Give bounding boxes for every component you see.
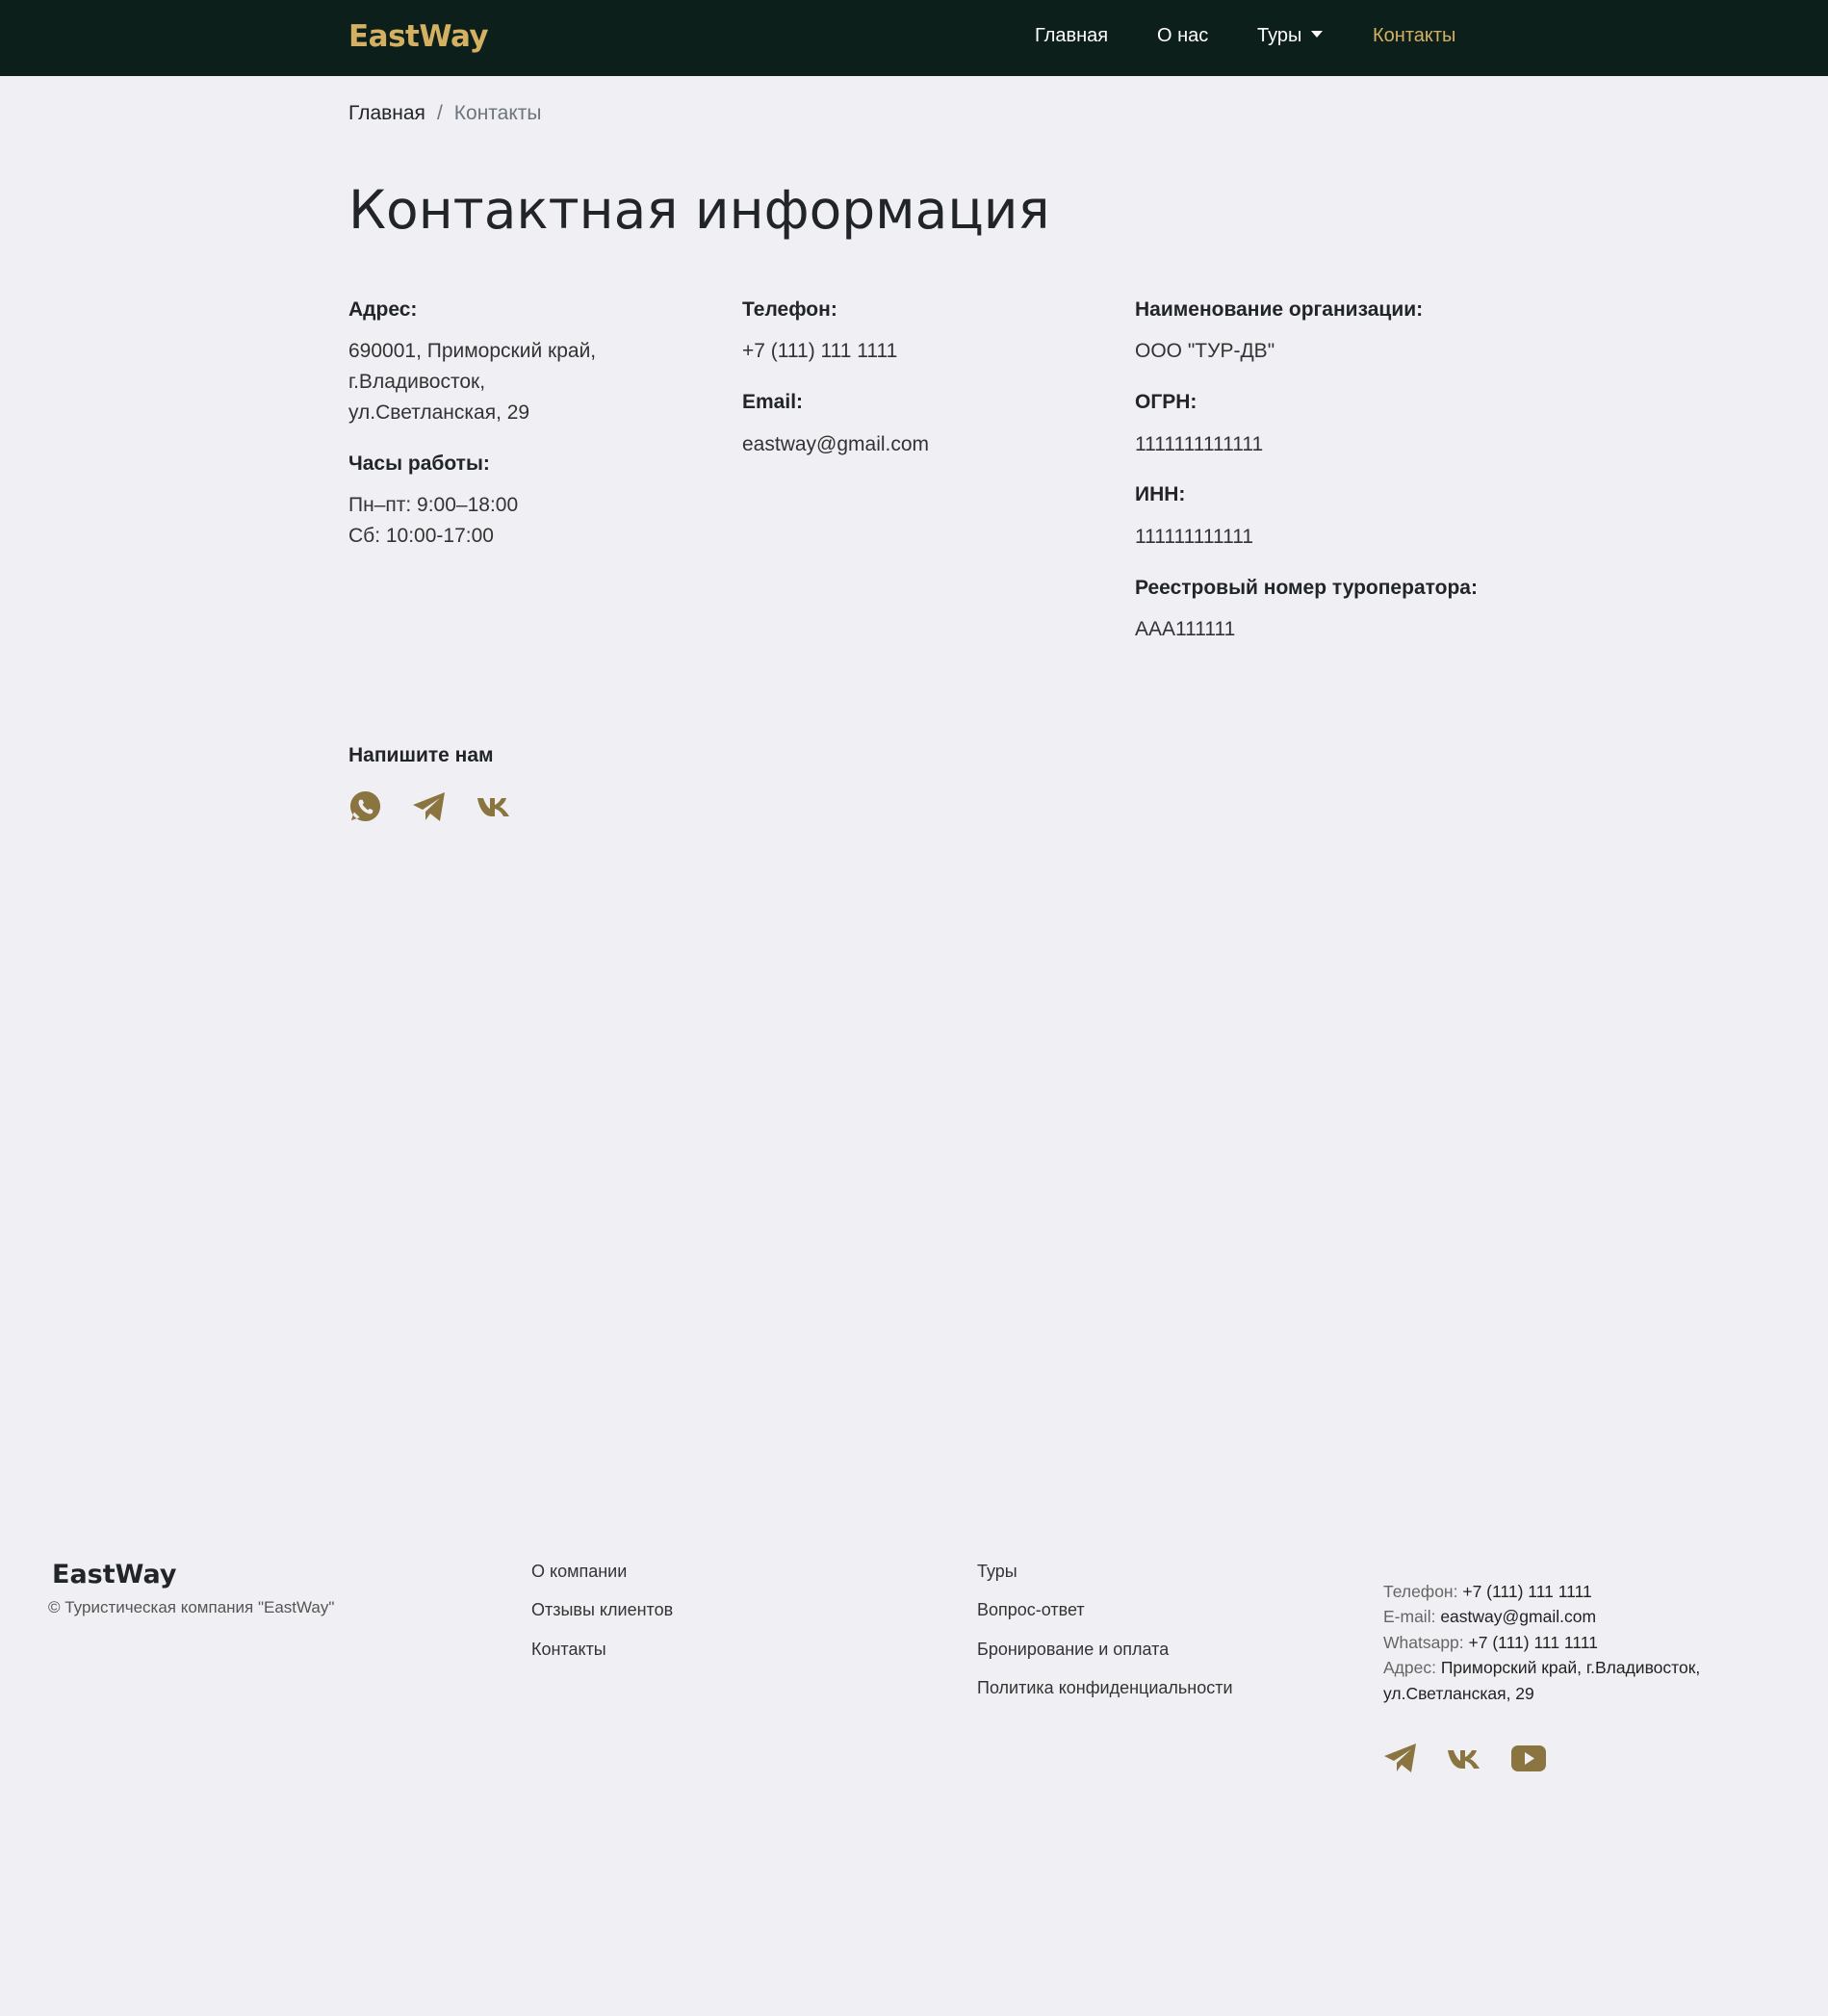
address-line: ул.Светланская, 29 xyxy=(348,401,530,424)
nav-contacts[interactable]: Контакты xyxy=(1373,25,1455,47)
vk-icon[interactable] xyxy=(476,796,511,817)
footer-link-booking[interactable]: Бронирование и оплата xyxy=(977,1640,1169,1660)
footer-email: E-mail: eastway@gmail.com xyxy=(1383,1607,1596,1627)
breadcrumb-separator: / xyxy=(436,102,443,124)
email-value[interactable]: eastway@gmail.com xyxy=(742,429,929,460)
footer-link-reviews[interactable]: Отзывы клиентов xyxy=(531,1600,673,1620)
nav-about[interactable]: О нас xyxy=(1157,25,1208,47)
org-label: Наименование организации: xyxy=(1135,298,1424,321)
footer-email-value[interactable]: eastway@gmail.com xyxy=(1440,1607,1596,1626)
inn-label: ИНН: xyxy=(1135,483,1186,505)
footer-address-key: Адрес: xyxy=(1383,1658,1436,1677)
breadcrumb: Главная / Контакты xyxy=(348,102,542,125)
footer-address-value: Приморский край, г.Владивосток, xyxy=(1440,1658,1701,1677)
address-label: Адрес: xyxy=(348,298,418,321)
address-line: 690001, Приморский край, xyxy=(348,340,597,362)
nav-tours-dropdown[interactable]: Туры xyxy=(1257,25,1324,47)
address-value: 690001, Приморский край, г.Владивосток, … xyxy=(348,336,596,428)
footer-phone: Телефон: +7 (111) 111 1111 xyxy=(1383,1582,1592,1602)
logo[interactable]: EastWay xyxy=(348,19,489,54)
address-line: г.Владивосток, xyxy=(348,371,486,393)
footer-email-key: E-mail: xyxy=(1383,1607,1436,1626)
hours-line: Пн–пт: 9:00–18:00 xyxy=(348,494,519,516)
hours-label: Часы работы: xyxy=(348,452,490,475)
footer-whatsapp-value[interactable]: +7 (111) 111 1111 xyxy=(1469,1633,1598,1652)
whatsapp-icon[interactable] xyxy=(348,789,382,823)
footer-phone-value[interactable]: +7 (111) 111 1111 xyxy=(1462,1582,1591,1601)
footer-link-contacts[interactable]: Контакты xyxy=(531,1640,606,1660)
phone-label: Телефон: xyxy=(742,298,837,321)
registry-label: Реестровый номер туроператора: xyxy=(1135,577,1478,599)
footer-whatsapp-key: Whatsapp: xyxy=(1383,1633,1464,1652)
footer-copyright: © Туристическая компания "EastWay" xyxy=(48,1598,335,1616)
footer-youtube-icon[interactable] xyxy=(1511,1745,1546,1771)
footer-link-tours[interactable]: Туры xyxy=(977,1562,1017,1582)
breadcrumb-home[interactable]: Главная xyxy=(348,102,425,124)
caret-down-icon xyxy=(1311,31,1324,38)
footer-link-faq[interactable]: Вопрос-ответ xyxy=(977,1600,1085,1620)
footer-whatsapp: Whatsapp: +7 (111) 111 1111 xyxy=(1383,1633,1598,1653)
breadcrumb-current: Контакты xyxy=(453,102,542,124)
footer-telegram-icon[interactable] xyxy=(1383,1743,1418,1773)
org-value: ООО "ТУР-ДВ" xyxy=(1135,340,1275,362)
nav-home[interactable]: Главная xyxy=(1035,25,1108,47)
registry-value: ААА111111 xyxy=(1135,618,1236,640)
telegram-icon[interactable] xyxy=(412,791,447,822)
inn-value: 111111111111 xyxy=(1135,526,1254,548)
ogrn-value: 1111111111111 xyxy=(1135,433,1264,455)
write-us-label: Напишите нам xyxy=(348,744,494,766)
footer-phone-key: Телефон: xyxy=(1383,1582,1458,1601)
navbar: EastWay Главная О нас Туры Контакты xyxy=(0,0,1828,76)
email-label: Email: xyxy=(742,391,804,413)
page-title: Контактная информация xyxy=(348,179,1050,241)
footer-vk-icon[interactable] xyxy=(1447,1748,1481,1770)
footer-address: Адрес: Приморский край, г.Владивосток, xyxy=(1383,1658,1700,1678)
ogrn-label: ОГРН: xyxy=(1135,391,1197,413)
nav-tours-label: Туры xyxy=(1257,25,1302,46)
phone-value[interactable]: +7 (111) 111 1111 xyxy=(742,336,897,367)
footer-logo[interactable]: EastWay xyxy=(52,1560,176,1590)
footer-link-about[interactable]: О компании xyxy=(531,1562,627,1582)
footer-address-line2: ул.Светланская, 29 xyxy=(1383,1684,1534,1703)
hours-value: Пн–пт: 9:00–18:00 Сб: 10:00-17:00 xyxy=(348,490,518,552)
footer-link-privacy[interactable]: Политика конфиденциальности xyxy=(977,1678,1233,1698)
hours-line: Сб: 10:00-17:00 xyxy=(348,525,494,547)
